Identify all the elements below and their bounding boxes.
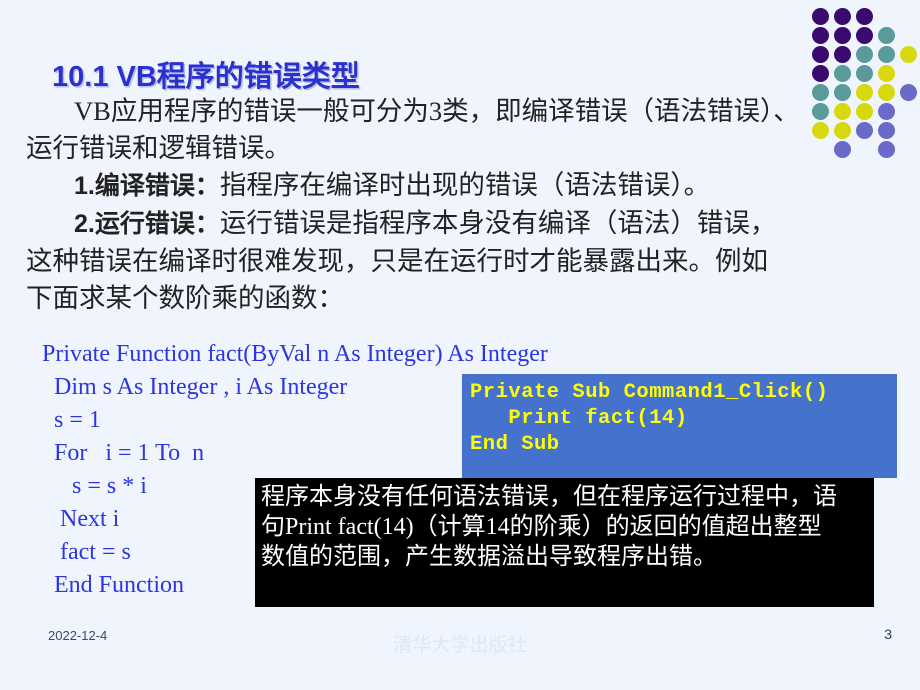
- paragraph-line-4: 2.运行错误：运行错误是指程序本身没有编译（语法）错误，: [26, 205, 906, 243]
- paragraph-line-1: VB应用程序的错误一般可分为3类，即编译错误（语法错误）、: [74, 96, 800, 126]
- decorative-dot: [812, 122, 829, 139]
- note-line: 数值的范围，产生数据溢出导致程序出错。: [261, 544, 717, 570]
- decorative-dot: [856, 8, 873, 25]
- decorative-dot: [834, 122, 851, 139]
- decorative-dot: [812, 103, 829, 120]
- decorative-dot: [856, 65, 873, 82]
- body-text-block: VB应用程序的错误一般可分为3类，即编译错误（语法错误）、 运行错误和逻辑错误。…: [26, 93, 906, 317]
- decorative-dot: [878, 103, 895, 120]
- decorative-dot: [856, 84, 873, 101]
- decorative-dot: [834, 103, 851, 120]
- decorative-dot: [834, 65, 851, 82]
- sub-code-line: End Sub: [470, 433, 560, 456]
- note-line: 程序本身没有任何语法错误，但在程序运行过程中，语: [261, 484, 837, 510]
- sub-procedure-code-box: Private Sub Command1_Click() Print fact(…: [462, 374, 897, 478]
- decorative-dot: [878, 122, 895, 139]
- decorative-dot: [856, 27, 873, 44]
- footer-publisher: 清华大学出版社: [393, 635, 527, 656]
- explanation-note-box: 程序本身没有任何语法错误，但在程序运行过程中，语 句Print fact(14)…: [255, 478, 874, 607]
- note-line: 句Print fact(14)（计算14的阶乘）的返回的值超出整型: [261, 514, 822, 540]
- slide-canvas: 10.1 VB程序的错误类型 VB应用程序的错误一般可分为3类，即编译错误（语法…: [0, 0, 920, 690]
- decorative-dot: [834, 141, 851, 158]
- decorative-dot: [878, 46, 895, 63]
- decorative-dot: [812, 46, 829, 63]
- decorative-dot: [812, 27, 829, 44]
- paragraph-line-2: 运行错误和逻辑错误。: [26, 133, 291, 163]
- decorative-dot: [900, 84, 917, 101]
- decorative-dot: [856, 46, 873, 63]
- decorative-dot: [834, 27, 851, 44]
- compile-error-lead: 1.编译错误：: [74, 172, 220, 200]
- decorative-dot: [834, 8, 851, 25]
- vb-code-line: Private Function fact(ByVal n As Integer…: [42, 341, 548, 367]
- decorative-dot: [856, 122, 873, 139]
- decorative-dot: [856, 103, 873, 120]
- decorative-dot: [834, 84, 851, 101]
- runtime-error-rest: 运行错误是指程序本身没有编译（语法）错误，: [219, 208, 777, 238]
- decorative-dot: [878, 84, 895, 101]
- footer-page-number: 3: [884, 626, 892, 642]
- decorative-dot: [878, 27, 895, 44]
- page-title: 10.1 VB程序的错误类型: [52, 61, 360, 93]
- paragraph-line-3: 1.编译错误：指程序在编译时出现的错误（语法错误）。: [26, 167, 906, 205]
- decorative-dot: [878, 65, 895, 82]
- sub-code-line: Print fact(14): [470, 407, 688, 430]
- compile-error-rest: 指程序在编译时出现的错误（语法错误）。: [219, 170, 711, 200]
- decorative-dot: [900, 46, 917, 63]
- paragraph-line-6: 下面求某个数阶乘的函数：: [26, 283, 344, 313]
- runtime-error-lead: 2.运行错误：: [74, 210, 220, 238]
- sub-code-line: Private Sub Command1_Click(): [470, 381, 829, 404]
- decorative-dot-grid: [812, 8, 920, 158]
- decorative-dot: [812, 8, 829, 25]
- decorative-dot: [834, 46, 851, 63]
- decorative-dot: [878, 141, 895, 158]
- decorative-dot: [812, 65, 829, 82]
- decorative-dot: [812, 84, 829, 101]
- paragraph-line-5: 这种错误在编译时很难发现，只是在运行时才能暴露出来。例如: [26, 246, 768, 276]
